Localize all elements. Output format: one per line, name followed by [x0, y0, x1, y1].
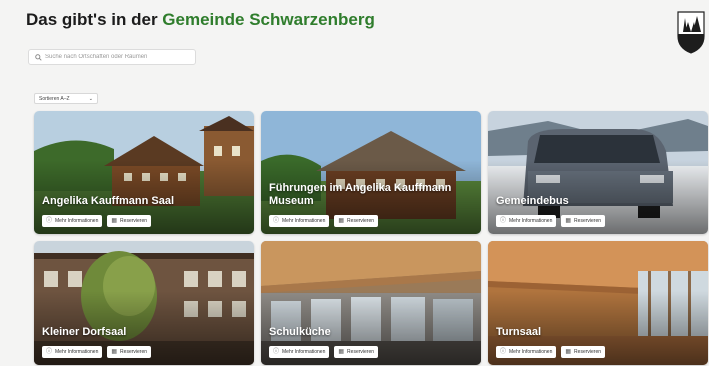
- facility-card-schulkueche[interactable]: Schulküche ⓘ Mehr Informationen ▦ Reservie…: [261, 241, 481, 365]
- facility-name: Führungen im Angelika Kauffmann Museum: [269, 182, 452, 207]
- calendar-icon: ▦: [111, 218, 118, 224]
- more-info-button[interactable]: ⓘ Mehr Informationen: [496, 215, 557, 227]
- calendar-icon: ▦: [111, 349, 118, 355]
- calendar-icon: ▦: [338, 218, 345, 224]
- reserve-button[interactable]: ▦ Reservieren: [107, 215, 152, 227]
- reserve-button[interactable]: ▦ Reservieren: [334, 215, 379, 227]
- search-input[interactable]: [42, 54, 195, 60]
- facility-card-kleiner-dorfsaal[interactable]: Kleiner Dorfsaal ⓘ Mehr Informationen ▦ Re…: [34, 241, 254, 365]
- facility-name: Angelika Kauffmann Saal: [42, 195, 175, 207]
- facility-name: Schulküche: [269, 326, 331, 338]
- facility-card-angelika-kauffmann-saal[interactable]: Angelika Kauffmann Saal ⓘ Mehr Informatio…: [34, 111, 254, 234]
- facility-name: Gemeindebus: [496, 195, 569, 207]
- search-bar[interactable]: [28, 49, 196, 65]
- more-info-button[interactable]: ⓘ Mehr Informationen: [269, 346, 330, 358]
- more-info-button[interactable]: ⓘ Mehr Informationen: [42, 215, 103, 227]
- facility-grid: Angelika Kauffmann Saal ⓘ Mehr Informatio…: [34, 111, 708, 365]
- page-title-accent: Gemeinde Schwarzenberg: [162, 10, 375, 29]
- facility-card-gemeindebus[interactable]: Gemeindebus ⓘ Mehr Informationen ▦ Reservi…: [488, 111, 708, 234]
- reserve-button[interactable]: ▦ Reservieren: [561, 346, 606, 358]
- calendar-icon: ▦: [338, 349, 345, 355]
- info-icon: ⓘ: [46, 218, 53, 224]
- calendar-icon: ▦: [565, 349, 572, 355]
- sort-label: Sortieren A–Z: [39, 95, 70, 102]
- info-icon: ⓘ: [500, 349, 507, 355]
- more-info-button[interactable]: ⓘ Mehr Informationen: [269, 215, 330, 227]
- page-title: Das gibt's in der Gemeinde Schwarzenberg: [26, 10, 375, 30]
- more-info-button[interactable]: ⓘ Mehr Informationen: [42, 346, 103, 358]
- facility-name: Kleiner Dorfsaal: [42, 326, 127, 338]
- sort-dropdown[interactable]: Sortieren A–Z ⌄: [34, 93, 98, 104]
- info-icon: ⓘ: [500, 218, 507, 224]
- info-icon: ⓘ: [273, 349, 280, 355]
- info-icon: ⓘ: [273, 218, 280, 224]
- facility-name: Turnsaal: [496, 326, 542, 338]
- chevron-down-icon: ⌄: [88, 95, 93, 102]
- reserve-button[interactable]: ▦ Reservieren: [561, 215, 606, 227]
- more-info-button[interactable]: ⓘ Mehr Informationen: [496, 346, 557, 358]
- info-icon: ⓘ: [46, 349, 53, 355]
- facility-card-museum-tours[interactable]: Führungen im Angelika Kauffmann Museum ⓘ…: [261, 111, 481, 234]
- municipal-crest-icon: [677, 11, 705, 54]
- reserve-button[interactable]: ▦ Reservieren: [107, 346, 152, 358]
- search-icon: [35, 53, 42, 61]
- calendar-icon: ▦: [565, 218, 572, 224]
- facility-card-turnsaal[interactable]: Turnsaal ⓘ Mehr Informationen ▦ Reserviere…: [488, 241, 708, 365]
- reserve-button[interactable]: ▦ Reservieren: [334, 346, 379, 358]
- page-title-prefix: Das gibt's in der: [26, 10, 163, 29]
